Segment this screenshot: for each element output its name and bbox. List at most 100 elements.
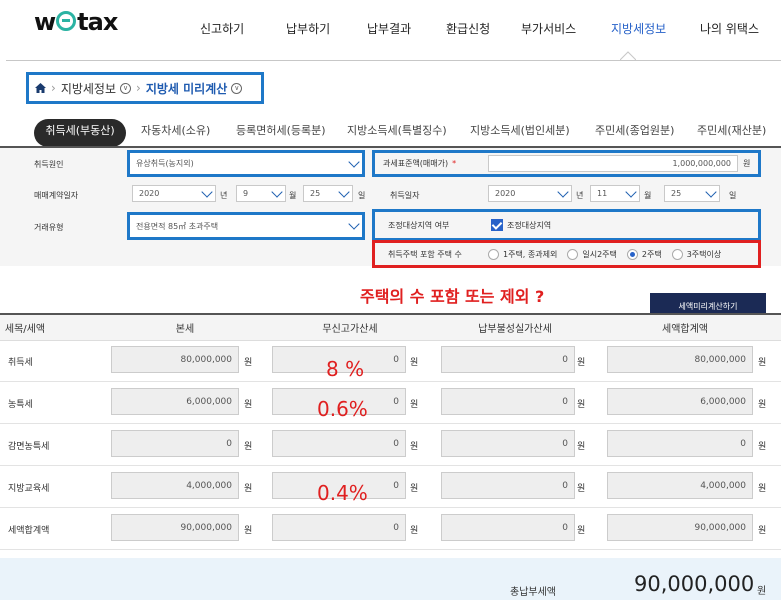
day-unit: 일 — [358, 191, 366, 200]
row-divider — [0, 381, 781, 382]
contract-year-select[interactable]: 2020 — [132, 185, 216, 202]
active-menu-caret — [620, 51, 636, 61]
chevron-right-icon: › — [51, 81, 56, 95]
acq-month-select[interactable]: 11 — [590, 185, 640, 202]
radio-2house-label: 2주택 — [641, 249, 662, 259]
chevron-down-icon[interactable]: ∨ — [120, 82, 132, 94]
won-unit: 원 — [410, 484, 419, 494]
won-unit: 원 — [410, 442, 419, 452]
page: w tax 신고하기 납부하기 납부결과 환급신청 부가서비스 지방세정보 나의 … — [0, 0, 781, 600]
cell-total: 6,000,000 — [607, 388, 753, 415]
won-unit: 원 — [244, 526, 253, 536]
wetax-logo[interactable]: w tax — [34, 8, 118, 36]
month-unit: 월 — [644, 191, 652, 200]
tax-base-input[interactable]: 1,000,000,000 — [488, 155, 738, 172]
year-unit: 년 — [220, 191, 228, 200]
row-divider — [0, 507, 781, 508]
radio-3house[interactable] — [671, 248, 683, 260]
won-unit: 원 — [758, 484, 767, 494]
cell-main: 4,000,000 — [111, 472, 239, 499]
rate-note-rural: 0.6% — [317, 397, 368, 421]
total-unit: 원 — [757, 586, 767, 597]
chevron-down-icon — [348, 218, 360, 230]
row-label: 취득세 — [8, 358, 33, 368]
cell-total: 90,000,000 — [607, 514, 753, 541]
won-unit: 원 — [758, 442, 767, 452]
won-unit: 원 — [758, 400, 767, 410]
acq-year-select[interactable]: 2020 — [488, 185, 572, 202]
total-label: 총납부세액 — [510, 587, 556, 598]
row-label: 감면농특세 — [8, 442, 50, 452]
logo-e-mark — [56, 11, 77, 31]
trade-type-label: 거래유형 — [34, 223, 64, 232]
breadcrumb-current[interactable]: 지방세 미리계산 — [146, 80, 227, 97]
won-unit: 원 — [410, 526, 419, 536]
chevron-right-icon: › — [136, 81, 141, 95]
radio-1house[interactable] — [488, 248, 499, 260]
cell-nofile: 0 — [272, 514, 406, 541]
won-unit: 원 — [577, 484, 586, 494]
acq-date-label: 취득일자 — [390, 191, 420, 200]
required-mark: * — [452, 159, 457, 168]
nav-file-report[interactable]: 신고하기 — [200, 20, 244, 37]
radio-3house-label: 3주택이상 — [686, 249, 722, 259]
trade-type-select[interactable]: 전용면적 85㎡ 초과주택 — [127, 212, 365, 240]
tab-registration-license-tax[interactable]: 등록면허세(등록분) — [236, 119, 326, 147]
nav-refund[interactable]: 환급신청 — [446, 20, 490, 37]
won-unit: 원 — [577, 526, 586, 536]
cell-late: 0 — [441, 472, 575, 499]
acq-cause-select[interactable]: 유상취득(농지외) — [127, 150, 365, 177]
contract-month-select[interactable]: 9 — [236, 185, 286, 202]
tab-local-income-tax-withholding[interactable]: 지방소득세(특별징수) — [347, 119, 447, 147]
tab-acquisition-tax[interactable]: 취득세(부동산) — [34, 119, 126, 147]
chevron-down-icon — [348, 155, 360, 168]
chevron-down-icon — [338, 185, 350, 198]
nav-local-tax-info[interactable]: 지방세정보 — [611, 20, 666, 37]
col-tax-item: 세목/세액 — [4, 324, 46, 335]
row-divider — [0, 465, 781, 466]
col-total-tax: 세액합계액 — [662, 324, 708, 335]
row-divider — [0, 549, 781, 550]
cell-total: 4,000,000 — [607, 472, 753, 499]
radio-temp2house-label: 일시2주택 — [582, 249, 617, 259]
won-unit: 원 — [577, 358, 586, 368]
cell-main: 80,000,000 — [111, 346, 239, 373]
annotation-text: 주택의 수 포함 또는 제외 ? — [360, 287, 545, 306]
row-divider — [0, 423, 781, 424]
house-count-label: 취득주택 포함 주택 수 — [388, 249, 462, 259]
won-unit: 원 — [244, 400, 253, 410]
won-unit: 원 — [244, 358, 253, 368]
chevron-down-icon — [625, 185, 637, 198]
nav-extra-services[interactable]: 부가서비스 — [521, 20, 576, 37]
cell-main: 0 — [111, 430, 239, 457]
total-value: 90,000,000 — [634, 572, 755, 596]
cell-late: 0 — [441, 388, 575, 415]
tax-base-label: 과세표준액(매매가) — [383, 159, 449, 168]
tax-base-group: 과세표준액(매매가) * 1,000,000,000 원 — [372, 150, 761, 177]
won-unit: 원 — [743, 159, 751, 168]
won-unit: 원 — [410, 400, 419, 410]
nav-payment[interactable]: 납부하기 — [286, 20, 330, 37]
cell-nofile: 0 — [272, 430, 406, 457]
col-main-tax: 본세 — [175, 324, 195, 335]
adj-area-checkbox[interactable] — [491, 219, 503, 231]
row-label: 세액합계액 — [8, 526, 50, 536]
tab-resident-tax-property[interactable]: 주민세(재산분) — [697, 119, 766, 147]
won-unit: 원 — [244, 442, 253, 452]
radio-2house[interactable] — [626, 248, 638, 260]
chevron-down-icon[interactable]: ∨ — [231, 82, 243, 94]
home-icon[interactable] — [35, 83, 46, 93]
header-divider — [6, 60, 781, 61]
tab-local-income-tax-corporate[interactable]: 지방소득세(법인세분) — [470, 119, 570, 147]
cell-total: 0 — [607, 430, 753, 457]
contract-day-select[interactable]: 25 — [303, 185, 353, 202]
cell-main: 90,000,000 — [111, 514, 239, 541]
breadcrumb-local-tax-info[interactable]: 지방세정보 — [61, 80, 116, 97]
adj-area-value: 조정대상지역 — [507, 220, 552, 230]
acq-day-select[interactable]: 25 — [664, 185, 720, 202]
radio-temp2house[interactable] — [567, 248, 579, 260]
nav-payment-result[interactable]: 납부결과 — [367, 20, 411, 37]
tab-resident-tax-employee[interactable]: 주민세(종업원분) — [595, 119, 674, 147]
tab-vehicle-tax[interactable]: 자동차세(소유) — [141, 119, 210, 147]
nav-my-wetax[interactable]: 나의 위택스 — [700, 20, 759, 37]
